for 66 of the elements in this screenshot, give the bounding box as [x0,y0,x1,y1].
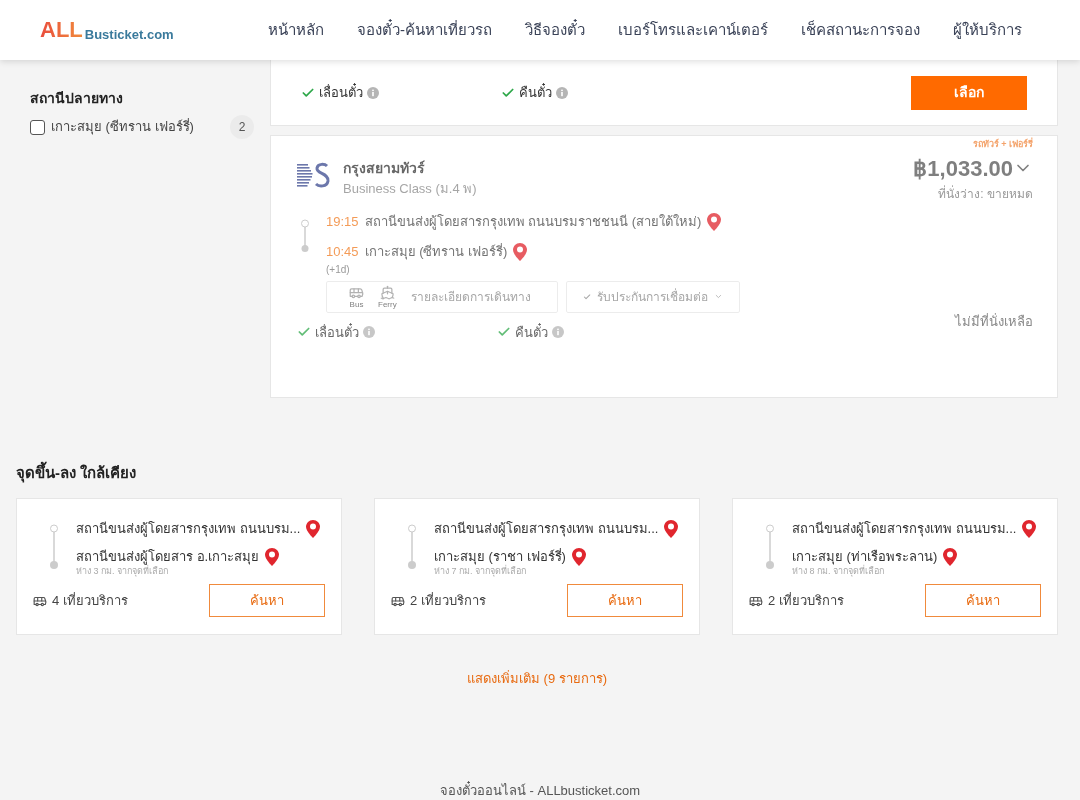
info-icon[interactable] [556,86,568,99]
feature-label: เลื่อนตั๋ว [319,82,363,102]
trip-type-tag: รถทัวร์ + เฟอร์รี่ [972,138,1033,152]
trip-details-button[interactable]: Bus Ferry รายละเอียดการเดินทาง [326,280,558,313]
count-badge: 2 [230,115,254,139]
search-button[interactable]: ค้นหา [925,584,1041,617]
map-pin-icon [664,520,679,538]
map-pin-icon [306,520,321,538]
mode-label: Ferry [378,300,397,309]
map-pin-icon [943,548,958,566]
operator-name: กรุงสยามทัวร์ [343,158,426,179]
price: ฿1,033.00 [913,154,1013,183]
trip-count: 4 เที่ยวบริการ [52,591,128,610]
nav-link[interactable]: หน้าหลัก [268,18,324,42]
map-pin-icon [571,548,586,566]
map-pin-icon [707,212,722,231]
select-button[interactable]: เลือก [911,75,1027,110]
arrival-station: เกาะสมุย (ซีทราน เฟอร์รี่) [364,242,508,262]
day-offset: (+1d) [326,264,351,275]
route-line-drawing [300,218,310,253]
origin-station: สถานีขนส่งผู้โดยสารกรุงเทพ ถนนบรม... [434,520,659,539]
site-logo[interactable]: ALL Busticket.com [40,19,174,41]
info-icon[interactable] [367,86,379,99]
route-line-drawing [407,524,417,570]
bus-class: Business Class (ม.4 พ) [343,179,477,198]
distance-note: ห่าง 7 กม. จากจุดที่เลือก [434,567,527,576]
nav-link[interactable]: ผู้ให้บริการ [953,18,1022,42]
show-more-link[interactable]: แสดงเพิ่มเติม (9 รายการ) [466,669,608,689]
feature-label: เลื่อนตั๋ว [315,322,359,342]
nav-link[interactable]: เช็คสถานะการจอง [801,18,920,42]
distance-note: ห่าง 3 กม. จากจุดที่เลือก [76,567,169,576]
connection-guarantee-button[interactable]: รับประกันการเชื่อมต่อ [566,280,740,313]
map-pin-icon [1022,520,1037,538]
departure-time: 19:15 [326,212,359,231]
search-button[interactable]: ค้นหา [567,584,683,617]
trip-count: 2 เที่ยวบริการ [768,591,844,610]
info-icon[interactable] [552,326,564,339]
ferry-icon [379,284,395,300]
info-icon[interactable] [363,326,375,339]
sold-out-status: ไม่มีที่นั่งเหลือ [955,312,1033,331]
search-button[interactable]: ค้นหา [209,584,325,617]
map-pin-icon [265,548,280,566]
route-line-drawing [49,524,59,570]
trip-count: 2 เที่ยวบริการ [410,591,486,610]
destination-station: เกาะสมุย (ราชา เฟอร์รี่) [434,547,566,565]
footer-text: จองตั๋วออนไลน์ - ALLbusticket.com [439,780,641,800]
checkbox[interactable] [30,119,45,135]
nav-link[interactable]: เบอร์โทรและเคาน์เตอร์ [618,18,768,42]
feature-label: คืนตั๋ว [515,322,548,342]
mode-label: Bus [349,300,364,309]
nav-link[interactable]: จองตั๋ว-ค้นหาเที่ยวรถ [357,18,492,42]
destination-station: สถานีขนส่งผู้โดยสาร อ.เกาะสมุย [76,548,260,565]
arrival-time: 10:45 [326,242,359,261]
route-line-drawing [765,524,775,570]
seat-availability: ที่นั่งว่าง: ขายหมด [938,184,1033,203]
section-heading: จุดขึ้น-ลง ใกล้เคียง [16,461,138,484]
origin-station: สถานีขนส่งผู้โดยสารกรุงเทพ ถนนบรม... [76,520,301,539]
distance-note: ห่าง 8 กม. จากจุดที่เลือก [792,567,885,576]
map-pin-icon [513,242,528,261]
nav-link[interactable]: วิธีจองตั๋ว [525,18,585,42]
departure-station: สถานีขนส่งผู้โดยสารกรุงเทพ ถนนบรมราชชนนี (สายใต้ใหม่) [364,212,702,232]
destination-station: เกาะสมุย (ท่าเรือพระลาน) [792,548,938,565]
filter-option-label[interactable]: เกาะสมุย (ซีทราน เฟอร์รี่) [51,117,194,137]
origin-station: สถานีขนส่งผู้โดยสารกรุงเทพ ถนนบรม... [792,520,1017,539]
feature-label: คืนตั๋ว [519,82,552,102]
filter-heading: สถานีปลายทาง [30,89,124,108]
